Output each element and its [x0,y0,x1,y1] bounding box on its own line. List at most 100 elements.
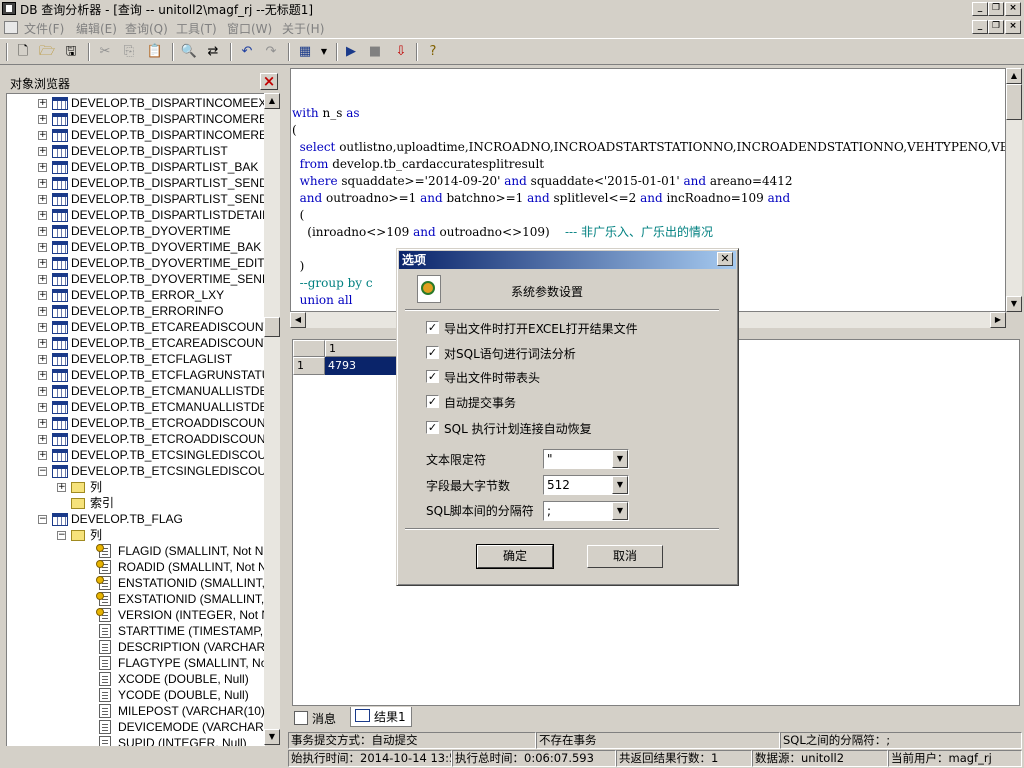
menu-window[interactable]: 窗口(W) [227,20,272,37]
tree-item-table[interactable]: DEVELOP.TB_DISPARTLISTDETAIL [71,207,265,223]
grid-mode-icon[interactable]: ▦ [296,43,314,61]
tree-item-table[interactable]: DEVELOP.TB_ETCSINGLEDISCOUN [71,463,265,479]
open-folder-icon[interactable]: 🗁 [38,43,56,61]
tree-item-table[interactable]: DEVELOP.TB_ETCMANUALLISTDE [71,383,265,399]
app-icon[interactable] [2,2,16,15]
child-restore-icon[interactable]: ❐ [988,20,1004,34]
expand-icon[interactable]: + [38,291,47,300]
expand-icon[interactable]: + [38,163,47,172]
expand-icon[interactable]: + [38,243,47,252]
tree-item-table[interactable]: DEVELOP.TB_DYOVERTIME_SEND [71,271,265,287]
code-line[interactable]: from develop.tb_cardaccuratesplitresult [292,156,545,172]
max-bytes-select[interactable]: 512 ▼ [543,475,629,495]
code-line[interactable]: and outroadno>=1 and batchno>=1 and spli… [292,190,791,206]
tree-item-table[interactable]: DEVELOP.TB_DYOVERTIME_EDIT [71,255,265,271]
expand-icon[interactable]: + [38,435,47,444]
option-checkbox-5[interactable]: ✓ [426,421,439,434]
tree-item-table[interactable]: DEVELOP.TB_ETCROADDISCOUNT [71,431,265,447]
replace-icon[interactable]: ⇄ [204,43,222,61]
code-line[interactable]: select outlistno,uploadtime,INCROADNO,IN… [292,139,1005,155]
tree-item-column[interactable]: ENSTATIONID (SMALLINT, N [118,575,265,591]
tree-item-table[interactable]: DEVELOP.TB_ERROR_LXY [71,287,224,303]
tree-item-column[interactable]: EXSTATIONID (SMALLINT, N [118,591,265,607]
cut-icon[interactable]: ✂ [96,43,114,61]
tree-item-table[interactable]: DEVELOP.TB_DISPARTINCOMERE [71,111,265,127]
tree-item-table[interactable]: DEVELOP.TB_ERRORINFO [71,303,223,319]
code-line[interactable]: union all [292,292,353,308]
expand-icon[interactable]: + [38,419,47,428]
tree-item-table[interactable]: DEVELOP.TB_ETCAREADISCOUNT [71,335,265,351]
editor-scroll-left-icon[interactable]: ◀ [290,312,306,328]
text-qualifier-select[interactable]: " ▼ [543,449,629,469]
tree-item-table[interactable]: DEVELOP.TB_ETCROADDISCOUNT [71,415,265,431]
chevron-down-icon[interactable]: ▼ [612,476,628,494]
tree-item-table[interactable]: DEVELOP.TB_DYOVERTIME [71,223,231,239]
option-checkbox-4[interactable]: ✓ [426,395,439,408]
editor-scroll-thumb[interactable] [1006,84,1022,120]
collapse-icon[interactable]: − [38,515,47,524]
scroll-thumb[interactable] [264,317,280,337]
expand-icon[interactable]: + [38,211,47,220]
tree-item-table[interactable]: DEVELOP.TB_ETCMANUALLISTDE [71,399,265,415]
ok-button[interactable]: 确定 [476,544,554,569]
menu-about[interactable]: 关于(H) [282,20,324,37]
expand-icon[interactable]: + [38,387,47,396]
tree-scrollbar[interactable]: ▲ ▼ [264,93,280,745]
tree-item-column[interactable]: YCODE (DOUBLE, Null) [118,687,249,703]
code-line[interactable]: ( [292,122,297,138]
tree-item-folder[interactable]: 列 [90,479,102,495]
restore-icon[interactable]: ❐ [988,2,1004,16]
expand-icon[interactable]: + [38,179,47,188]
export-icon[interactable]: ⇩ [392,43,410,61]
object-browser-close-icon[interactable]: × [260,73,278,90]
tree-item-table[interactable]: DEVELOP.TB_FLAG [71,511,183,527]
expand-icon[interactable]: + [38,227,47,236]
menu-query[interactable]: 查询(Q) [125,20,168,37]
undo-icon[interactable]: ↶ [238,43,256,61]
editor-scroll-right-icon[interactable]: ▶ [990,312,1006,328]
tree-item-table[interactable]: DEVELOP.TB_ETCAREADISCOUNT [71,319,265,335]
tree-item-column[interactable]: VERSION (INTEGER, Not Nu [118,607,265,623]
tab-results[interactable]: 结果1 [350,707,412,727]
splitter[interactable] [284,66,288,748]
scroll-down-icon[interactable]: ▼ [264,729,280,745]
tree-item-column[interactable]: MILEPOST (VARCHAR(10), N [118,703,265,719]
tree-item-table[interactable]: DEVELOP.TB_ETCFLAGRUNSTATU [71,367,265,383]
code-line[interactable]: where squaddate>='2014-09-20' and squadd… [292,173,793,189]
close-icon[interactable]: × [1005,2,1021,16]
collapse-icon[interactable]: − [38,467,47,476]
scroll-up-icon[interactable]: ▲ [264,93,280,109]
chevron-down-icon[interactable]: ▼ [612,450,628,468]
option-checkbox-1[interactable]: ✓ [426,321,439,334]
collapse-icon[interactable]: − [57,531,66,540]
code-line[interactable]: --group by c [292,275,373,291]
expand-icon[interactable]: + [38,403,47,412]
code-line[interactable]: ) [292,258,305,274]
find-icon[interactable]: 🔍 [180,43,198,61]
child-close-icon[interactable]: × [1005,20,1021,34]
tree-item-folder[interactable]: 索引 [90,495,114,511]
script-separator-select[interactable]: ; ▼ [543,501,629,521]
document-icon[interactable] [4,21,18,34]
tree-item-table[interactable]: DEVELOP.TB_DISPARTINCOMERE [71,127,265,143]
tree-item-table[interactable]: DEVELOP.TB_DISPARTLIST_SEND [71,191,265,207]
tree-item-column[interactable]: FLAGID (SMALLINT, Not Nul [118,543,265,559]
cancel-button[interactable]: 取消 [587,545,663,568]
expand-icon[interactable]: + [38,147,47,156]
expand-icon[interactable]: + [38,339,47,348]
expand-icon[interactable]: + [38,259,47,268]
menu-edit[interactable]: 编辑(E) [76,20,117,37]
expand-icon[interactable]: + [38,131,47,140]
expand-icon[interactable]: + [38,355,47,364]
expand-icon[interactable]: + [38,99,47,108]
expand-icon[interactable]: + [38,307,47,316]
tree-item-column[interactable]: XCODE (DOUBLE, Null) [118,671,249,687]
dialog-close-icon[interactable]: ✕ [717,252,733,266]
chevron-down-icon[interactable]: ▼ [612,502,628,520]
tree-item-folder[interactable]: 列 [90,527,102,543]
tree-item-column[interactable]: ROADID (SMALLINT, Not Nu [118,559,265,575]
tree-item-column[interactable]: DESCRIPTION (VARCHAR(3 [118,639,265,655]
stop-icon[interactable]: ■ [366,43,384,61]
tree-item-table[interactable]: DEVELOP.TB_ETCSINGLEDISCOUN [71,447,265,463]
save-icon[interactable]: 🖫 [62,43,80,61]
